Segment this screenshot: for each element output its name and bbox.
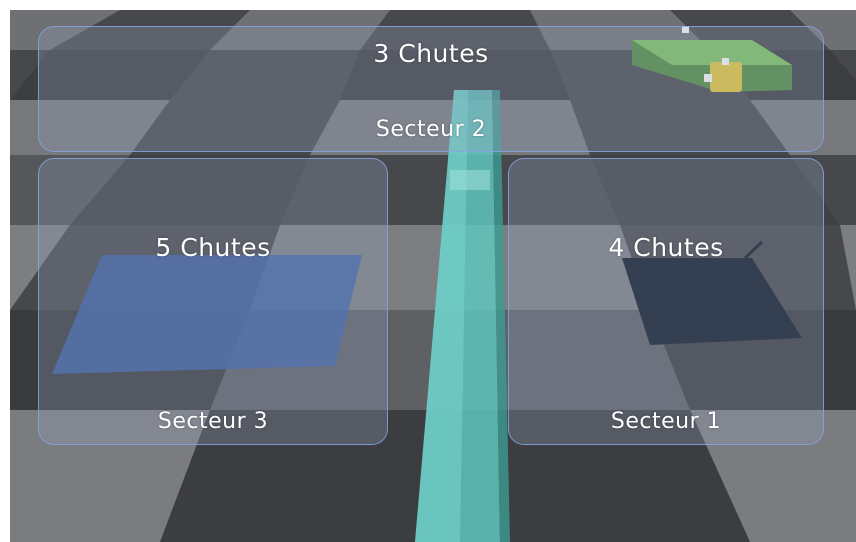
sector-2-label: Secteur 2	[375, 117, 487, 142]
game-viewport: 3 Chutes Secteur 2 5 Chutes Secteur 3 4 …	[10, 10, 856, 542]
sector-2-chutes: 3 Chutes	[373, 39, 489, 68]
sector-1-label: Secteur 1	[610, 409, 722, 434]
sector-3-label: Secteur 3	[157, 409, 269, 434]
sector-1-panel: 4 Chutes Secteur 1	[508, 158, 824, 445]
sector-1-chutes: 4 Chutes	[608, 233, 724, 262]
sector-3-panel: 5 Chutes Secteur 3	[38, 158, 388, 445]
sector-3-chutes: 5 Chutes	[155, 233, 271, 262]
sector-2-panel: 3 Chutes Secteur 2	[38, 26, 824, 152]
